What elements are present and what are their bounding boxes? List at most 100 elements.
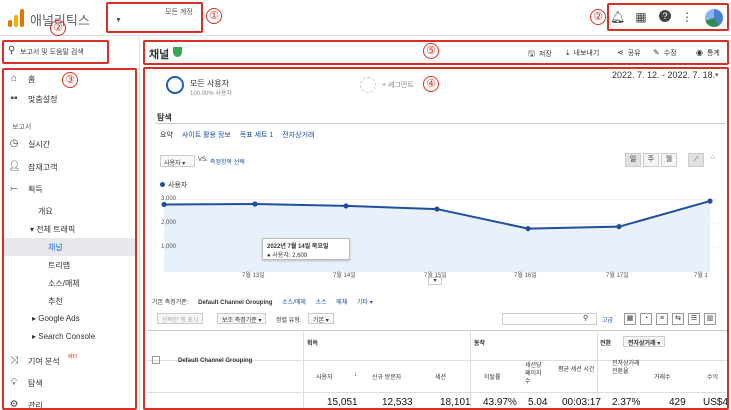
- period-week-button[interactable]: 주: [643, 153, 659, 167]
- period-month-button[interactable]: 월: [661, 153, 677, 167]
- dim-link-source[interactable]: 소스: [316, 300, 327, 306]
- period-day-button[interactable]: 일: [625, 153, 641, 167]
- metric-select[interactable]: 사용자 ▾: [160, 155, 195, 167]
- sidebar-item-admin[interactable]: ⚙ 관리: [2, 396, 137, 410]
- share-button[interactable]: ⋖ 공유: [617, 48, 641, 58]
- subtab-goal-set[interactable]: 목표 세트 1: [240, 132, 274, 139]
- data-point[interactable]: [434, 206, 440, 212]
- data-point[interactable]: [616, 224, 622, 230]
- edit-button[interactable]: ✎ 수정: [653, 48, 677, 58]
- total-transactions: 429: [669, 397, 686, 408]
- chart-tooltip: 2022년 7월 14일 목요일 ● 사용자: 2,609: [262, 238, 350, 260]
- chart-collapse-handle[interactable]: ▾: [428, 277, 442, 285]
- comparison-view-icon[interactable]: ⇆: [672, 313, 684, 325]
- group-header-conversion: 전환: [600, 341, 612, 347]
- page-title: 채널: [149, 49, 170, 61]
- column-header-avg-session-duration[interactable]: 평균 세션 시간: [558, 366, 598, 374]
- pie-view-icon[interactable]: ◔: [640, 313, 652, 325]
- column-header-users[interactable]: 사용자: [316, 372, 333, 381]
- x-tick-label: 7월 1: [694, 273, 708, 279]
- advanced-filter-link[interactable]: 고급: [602, 315, 613, 324]
- sidebar-item-audience[interactable]: 👤︎ 잠재고객: [2, 158, 137, 176]
- sidebar-item-overview[interactable]: 개요: [2, 202, 137, 220]
- dim-link-medium[interactable]: 매체: [336, 300, 347, 306]
- segment-all-users-icon[interactable]: [166, 76, 184, 94]
- compare-metric-select[interactable]: 측정항목 선택: [210, 157, 245, 166]
- secondary-dimension-button[interactable]: 보조 측정기준 ▾: [217, 313, 267, 324]
- subtab-site-usage[interactable]: 사이트 활용 정보: [182, 132, 231, 139]
- avatar[interactable]: [705, 9, 723, 27]
- sort-type-select[interactable]: 기본 ▾: [308, 313, 334, 324]
- sidebar-item-label: 관리: [28, 401, 43, 410]
- plot-rows-button[interactable]: 선택한 행 표시: [157, 313, 204, 324]
- sidebar-item-discover[interactable]: 💡︎ 탐색: [2, 374, 137, 392]
- add-segment-button[interactable]: + 세그먼트: [382, 80, 414, 90]
- select-all-checkbox[interactable]: [152, 356, 160, 364]
- ecommerce-select[interactable]: 전자상거래 ▾: [623, 336, 666, 347]
- subtab-summary[interactable]: 요약: [160, 132, 173, 139]
- search-icon[interactable]: ⚲: [583, 314, 588, 322]
- download-icon: ⤓: [566, 48, 570, 57]
- performance-view-icon[interactable]: ≡: [656, 313, 668, 325]
- sidebar-item-label: ▾ 전체 트래픽: [30, 225, 76, 234]
- column-header-bounce-rate[interactable]: 이탈률: [484, 372, 501, 381]
- shield-check-icon: [173, 47, 182, 57]
- sidebar-item-label: ▸ Google Ads: [32, 314, 80, 323]
- date-range-picker[interactable]: 2022. 7. 12. - 2022. 7. 18.: [612, 70, 715, 80]
- term-cloud-icon[interactable]: ☰: [688, 313, 700, 325]
- sidebar-item-channels[interactable]: 채널: [2, 238, 137, 256]
- sidebar-item-referrals[interactable]: 추천: [2, 292, 137, 310]
- data-point[interactable]: [252, 201, 258, 207]
- help-icon[interactable]: ?: [658, 10, 672, 24]
- sidebar-item-label: 채널: [48, 243, 63, 252]
- data-point[interactable]: [707, 198, 713, 204]
- dim-link-source-medium[interactable]: 소스/매체: [282, 300, 306, 306]
- table-view-icon[interactable]: ▦: [624, 313, 636, 325]
- table-divider: [303, 330, 304, 410]
- sidebar-item-google-ads[interactable]: ▸ Google Ads: [2, 310, 137, 328]
- x-tick-label: 7월 16일: [514, 273, 537, 279]
- column-header-revenue[interactable]: 수익: [707, 372, 718, 381]
- insights-button[interactable]: ◉ 통계: [696, 48, 720, 58]
- more-vert-icon[interactable]: ⋮: [680, 10, 694, 24]
- data-point[interactable]: [525, 225, 531, 232]
- scatter-icon[interactable]: ⁘: [705, 153, 721, 167]
- dim-link-other[interactable]: 기타 ▾: [357, 300, 373, 306]
- export-button[interactable]: ⤓ 내보내기: [566, 48, 599, 58]
- share-icon: ⋖: [617, 48, 624, 57]
- sidebar-item-search-console[interactable]: ▸ Search Console: [2, 328, 137, 346]
- primary-dimension-value[interactable]: Default Channel Grouping: [198, 300, 272, 306]
- column-header-pages-per-session[interactable]: 세션당 페이지 수: [525, 362, 547, 386]
- subtab-ecommerce[interactable]: 전자상거래: [282, 132, 314, 139]
- sidebar: ⚲ 보고서 및 도움말 검색 ⌂ 홈 ▪▪ 맞춤설정 보고서 ◷ 실시간 👤︎ …: [0, 37, 140, 410]
- account-selector[interactable]: 모든 계정 ▼: [107, 3, 202, 33]
- sidebar-item-attribution[interactable]: ⤨ 기여 분석 베타: [2, 352, 137, 370]
- save-button[interactable]: 🖫 저장: [528, 48, 552, 62]
- sidebar-item-customization[interactable]: ▪▪ 맞춤설정: [2, 90, 137, 108]
- column-header-sessions[interactable]: 세션: [435, 372, 446, 381]
- sidebar-item-treemap[interactable]: 트리맵: [2, 256, 137, 274]
- chevron-down-icon[interactable]: ▾: [715, 71, 719, 79]
- sidebar-item-all-traffic[interactable]: ▾ 전체 트래픽: [2, 220, 137, 238]
- sidebar-item-acquisition[interactable]: ⤚ 획득: [2, 180, 137, 198]
- data-point[interactable]: [343, 203, 349, 209]
- analytics-logo[interactable]: [8, 9, 24, 27]
- line-chart-icon[interactable]: ⟋: [688, 153, 704, 167]
- sidebar-item-label: 홈: [28, 75, 36, 84]
- column-header-new-users[interactable]: 신규 방문자: [372, 372, 401, 381]
- data-point[interactable]: [161, 201, 167, 208]
- tab-explorer[interactable]: 탐색: [157, 112, 172, 123]
- apps-grid-icon[interactable]: ▦: [634, 10, 648, 24]
- add-segment-icon[interactable]: [360, 77, 376, 93]
- primary-dimension-row: 기본 측정기준: Default Channel Grouping 소스/매체 …: [152, 297, 381, 306]
- sidebar-item-source-medium[interactable]: 소스/매체: [2, 274, 137, 292]
- x-tick-label: 7월 17일: [606, 273, 629, 279]
- search-input[interactable]: ⚲ 보고서 및 도움말 검색: [2, 40, 109, 65]
- column-header-transactions[interactable]: 거래수: [654, 372, 671, 381]
- dimension-column-header[interactable]: Default Channel Grouping: [178, 358, 252, 364]
- column-header-ecommerce-conversion[interactable]: 전자상거래 전환율: [612, 360, 642, 376]
- report-tab-row: 탐색: [155, 110, 725, 124]
- bell-icon[interactable]: 🔔︎: [610, 10, 625, 24]
- pivot-view-icon[interactable]: ▥: [704, 313, 716, 325]
- sidebar-item-realtime[interactable]: ◷ 실시간: [2, 135, 137, 153]
